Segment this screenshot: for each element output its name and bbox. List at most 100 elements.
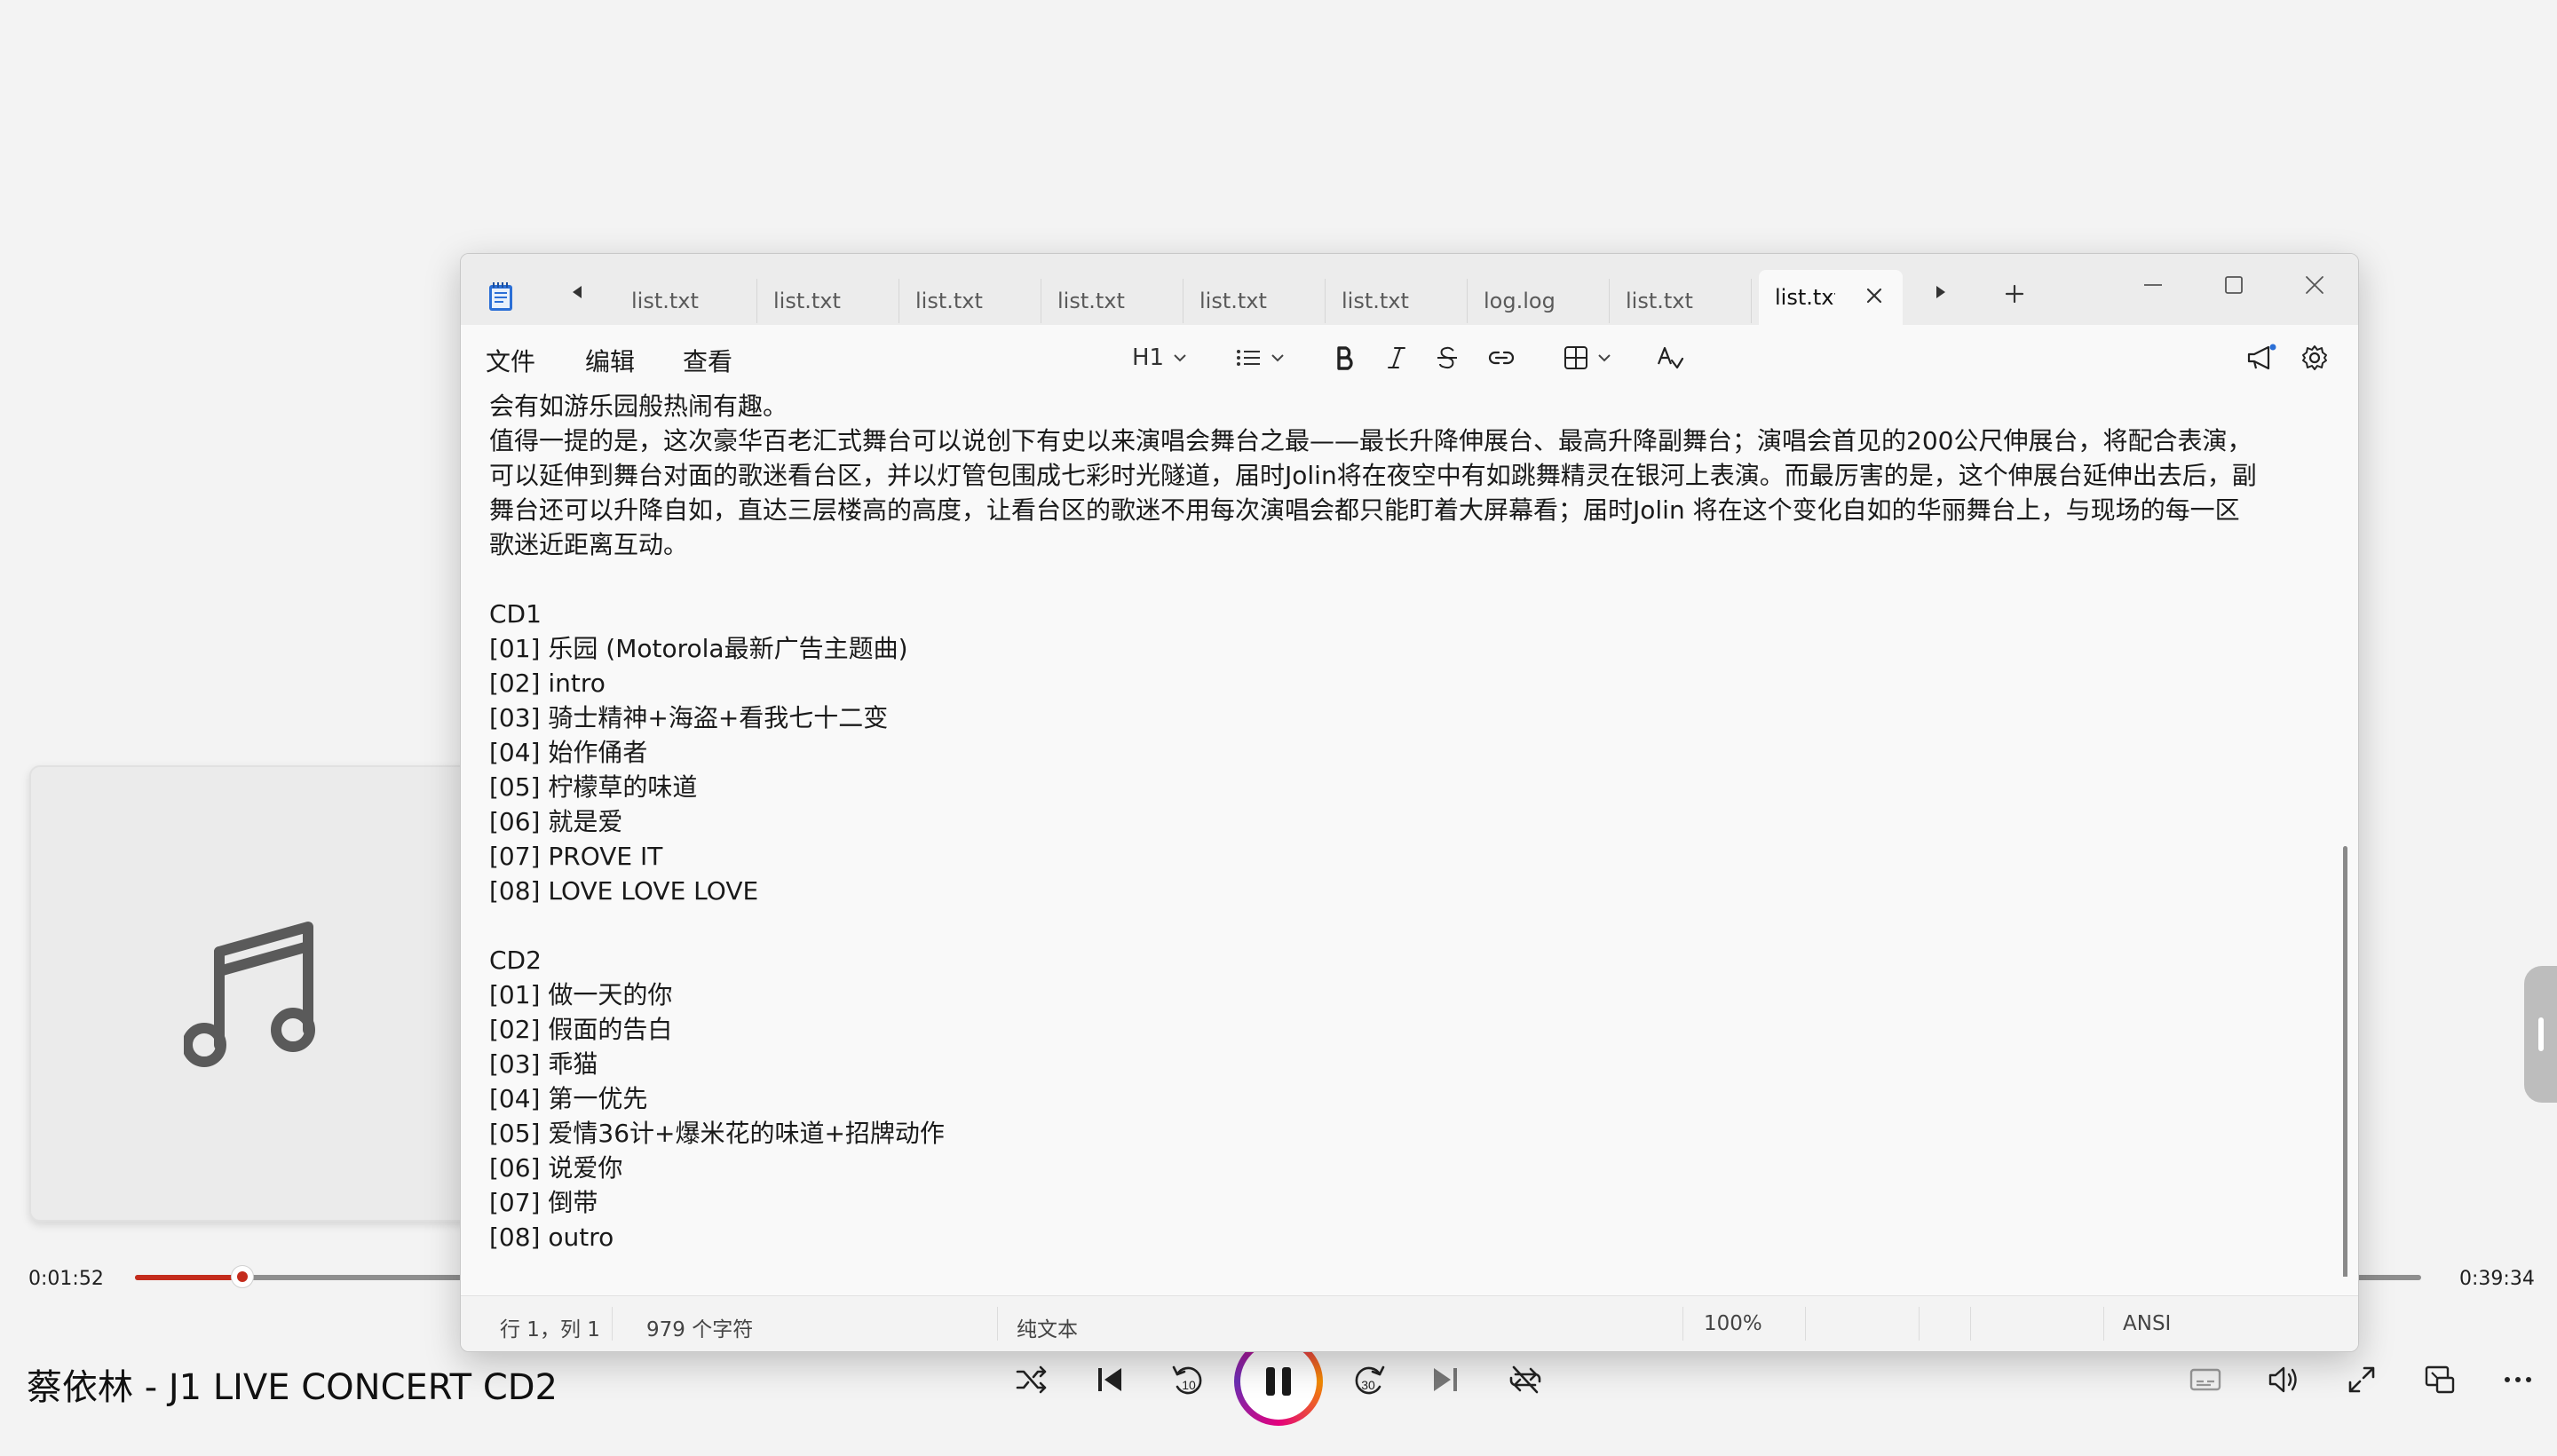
status-divider [1970,1307,1971,1341]
tab-bar: list.txt list.txt list.txt list.txt list… [461,254,2358,325]
repeat-icon [1509,1365,1541,1394]
previous-icon [1098,1368,1121,1391]
table-dropdown[interactable] [1563,343,1611,373]
pause-icon [1266,1367,1291,1396]
strikethrough-icon [1437,346,1457,369]
zoom-level[interactable]: 100% [1704,1312,1762,1335]
editor-line: [02] 假面的告白 [489,1015,673,1044]
editor-scrollbar[interactable] [2343,846,2347,1277]
strikethrough-button[interactable] [1436,343,1459,373]
settings-button[interactable] [2300,343,2329,373]
editor-line: [06] 就是爱 [489,807,623,836]
captions-button[interactable] [2186,1360,2225,1399]
tab-1[interactable]: list.txt [615,279,757,323]
captions-icon [2189,1368,2221,1391]
tab-7[interactable]: log.log [1468,279,1610,323]
editor-line: CD2 [489,946,542,975]
bulleted-list-icon [1237,350,1260,366]
menu-edit[interactable]: 编辑 [585,343,635,378]
tab-8[interactable]: list.txt [1610,279,1752,323]
more-options-button[interactable] [2498,1360,2537,1399]
editor-line: 可以延伸到舞台对面的歌迷看台区，并以灯管包围成七彩时光隧道，届时Jolin将在夜… [489,461,2257,490]
chevron-down-icon [1271,354,1284,362]
close-window-button[interactable] [2297,270,2332,300]
gear-icon [2302,345,2327,370]
tab-label: list.txt [773,289,841,313]
tab-label: list.txt [1057,289,1125,313]
tab-6[interactable]: list.txt [1326,279,1468,323]
editor-content[interactable]: 会有如游乐园般热闹有趣。 值得一提的是，这次豪华百老汇式舞台可以说创下有史以来演唱… [489,389,2327,1254]
seek-bar-progress [135,1275,243,1280]
forward-seconds-label: 30 [1361,1378,1375,1392]
forward-30-icon: 30 [1355,1365,1385,1395]
music-note-icon [184,922,315,1067]
menu-view[interactable]: 查看 [683,343,732,378]
text-editor[interactable]: 会有如游乐园般热闹有趣。 值得一提的是，这次豪华百老汇式舞台可以说创下有史以来演唱… [461,389,2358,1277]
list-dropdown[interactable] [1235,343,1285,373]
tab-3[interactable]: list.txt [899,279,1041,323]
menu-bar: 文件 编辑 查看 H1 [461,325,2358,390]
forward-30-button[interactable]: 30 [1350,1360,1389,1399]
status-divider [1805,1307,1806,1341]
side-panel-handle[interactable] [2524,966,2557,1103]
close-icon [1866,288,1882,304]
link-button[interactable] [1487,343,1516,373]
shuffle-button[interactable] [1012,1360,1051,1399]
feedback-button[interactable] [2245,343,2277,373]
notepad-icon [489,282,512,311]
caret-left-icon [573,286,582,298]
file-format: 纯文本 [1017,1318,1078,1341]
maximize-icon [2225,276,2243,294]
volume-button[interactable] [2264,1360,2303,1399]
next-button[interactable] [1426,1360,1465,1399]
link-icon [1488,351,1515,365]
seek-thumb[interactable] [231,1265,255,1288]
tab-close-button[interactable] [1865,287,1883,305]
rewind-10-button[interactable]: 10 [1168,1360,1207,1399]
previous-button[interactable] [1090,1360,1129,1399]
tab-scroll-left-button[interactable] [564,279,590,305]
editor-line: [08] outro [489,1223,614,1252]
fullscreen-button[interactable] [2342,1360,2381,1399]
tab-5[interactable]: list.txt [1184,279,1326,323]
editor-line: [03] 骑士精神+海盗+看我七十二变 [489,703,889,732]
tab-active[interactable]: list.txt [1759,270,1903,325]
more-icon [2505,1377,2531,1382]
editor-line: [07] 倒带 [489,1188,598,1217]
plus-icon [2005,284,2024,304]
tab-2[interactable]: list.txt [757,279,899,323]
status-divider [612,1307,613,1341]
repeat-button[interactable] [1506,1360,1545,1399]
cursor-position: 行 1，列 1 [500,1318,600,1341]
menu-file[interactable]: 文件 [486,343,535,378]
tab-scroll-right-button[interactable] [1928,279,1954,305]
editor-line: 歌迷近距离互动。 [489,530,689,559]
heading-label: H1 [1132,344,1165,371]
fullscreen-icon [2348,1366,2375,1393]
editor-line: [01] 做一天的你 [489,980,673,1009]
clear-formatting-button[interactable] [1656,343,1684,373]
maximize-button[interactable] [2216,270,2252,300]
editor-line: [07] PROVE IT [489,842,663,871]
italic-button[interactable] [1386,343,1407,373]
rewind-seconds-label: 10 [1182,1378,1196,1392]
tab-label: list.txt [1199,289,1267,313]
tab-4[interactable]: list.txt [1041,279,1184,323]
bold-icon [1337,346,1353,370]
tab-label: list.txt [1775,285,1835,310]
bold-button[interactable] [1334,343,1356,373]
encoding[interactable]: ANSI [2123,1312,2171,1335]
editor-line: [06] 说爱你 [489,1153,623,1183]
tab-label: list.txt [915,289,983,313]
new-tab-button[interactable] [2001,281,2028,307]
total-duration: 0:39:34 [2459,1268,2535,1290]
mini-player-button[interactable] [2420,1360,2459,1399]
shuffle-icon [1016,1365,1047,1394]
clear-formatting-icon [1657,346,1684,369]
minimize-button[interactable] [2135,270,2171,300]
chevron-down-icon [1598,354,1611,362]
notepad-window: list.txt list.txt list.txt list.txt list… [460,253,2359,1352]
chevron-down-icon [1174,354,1186,362]
heading-dropdown[interactable]: H1 [1132,343,1187,373]
character-count: 979 个字符 [646,1318,754,1341]
